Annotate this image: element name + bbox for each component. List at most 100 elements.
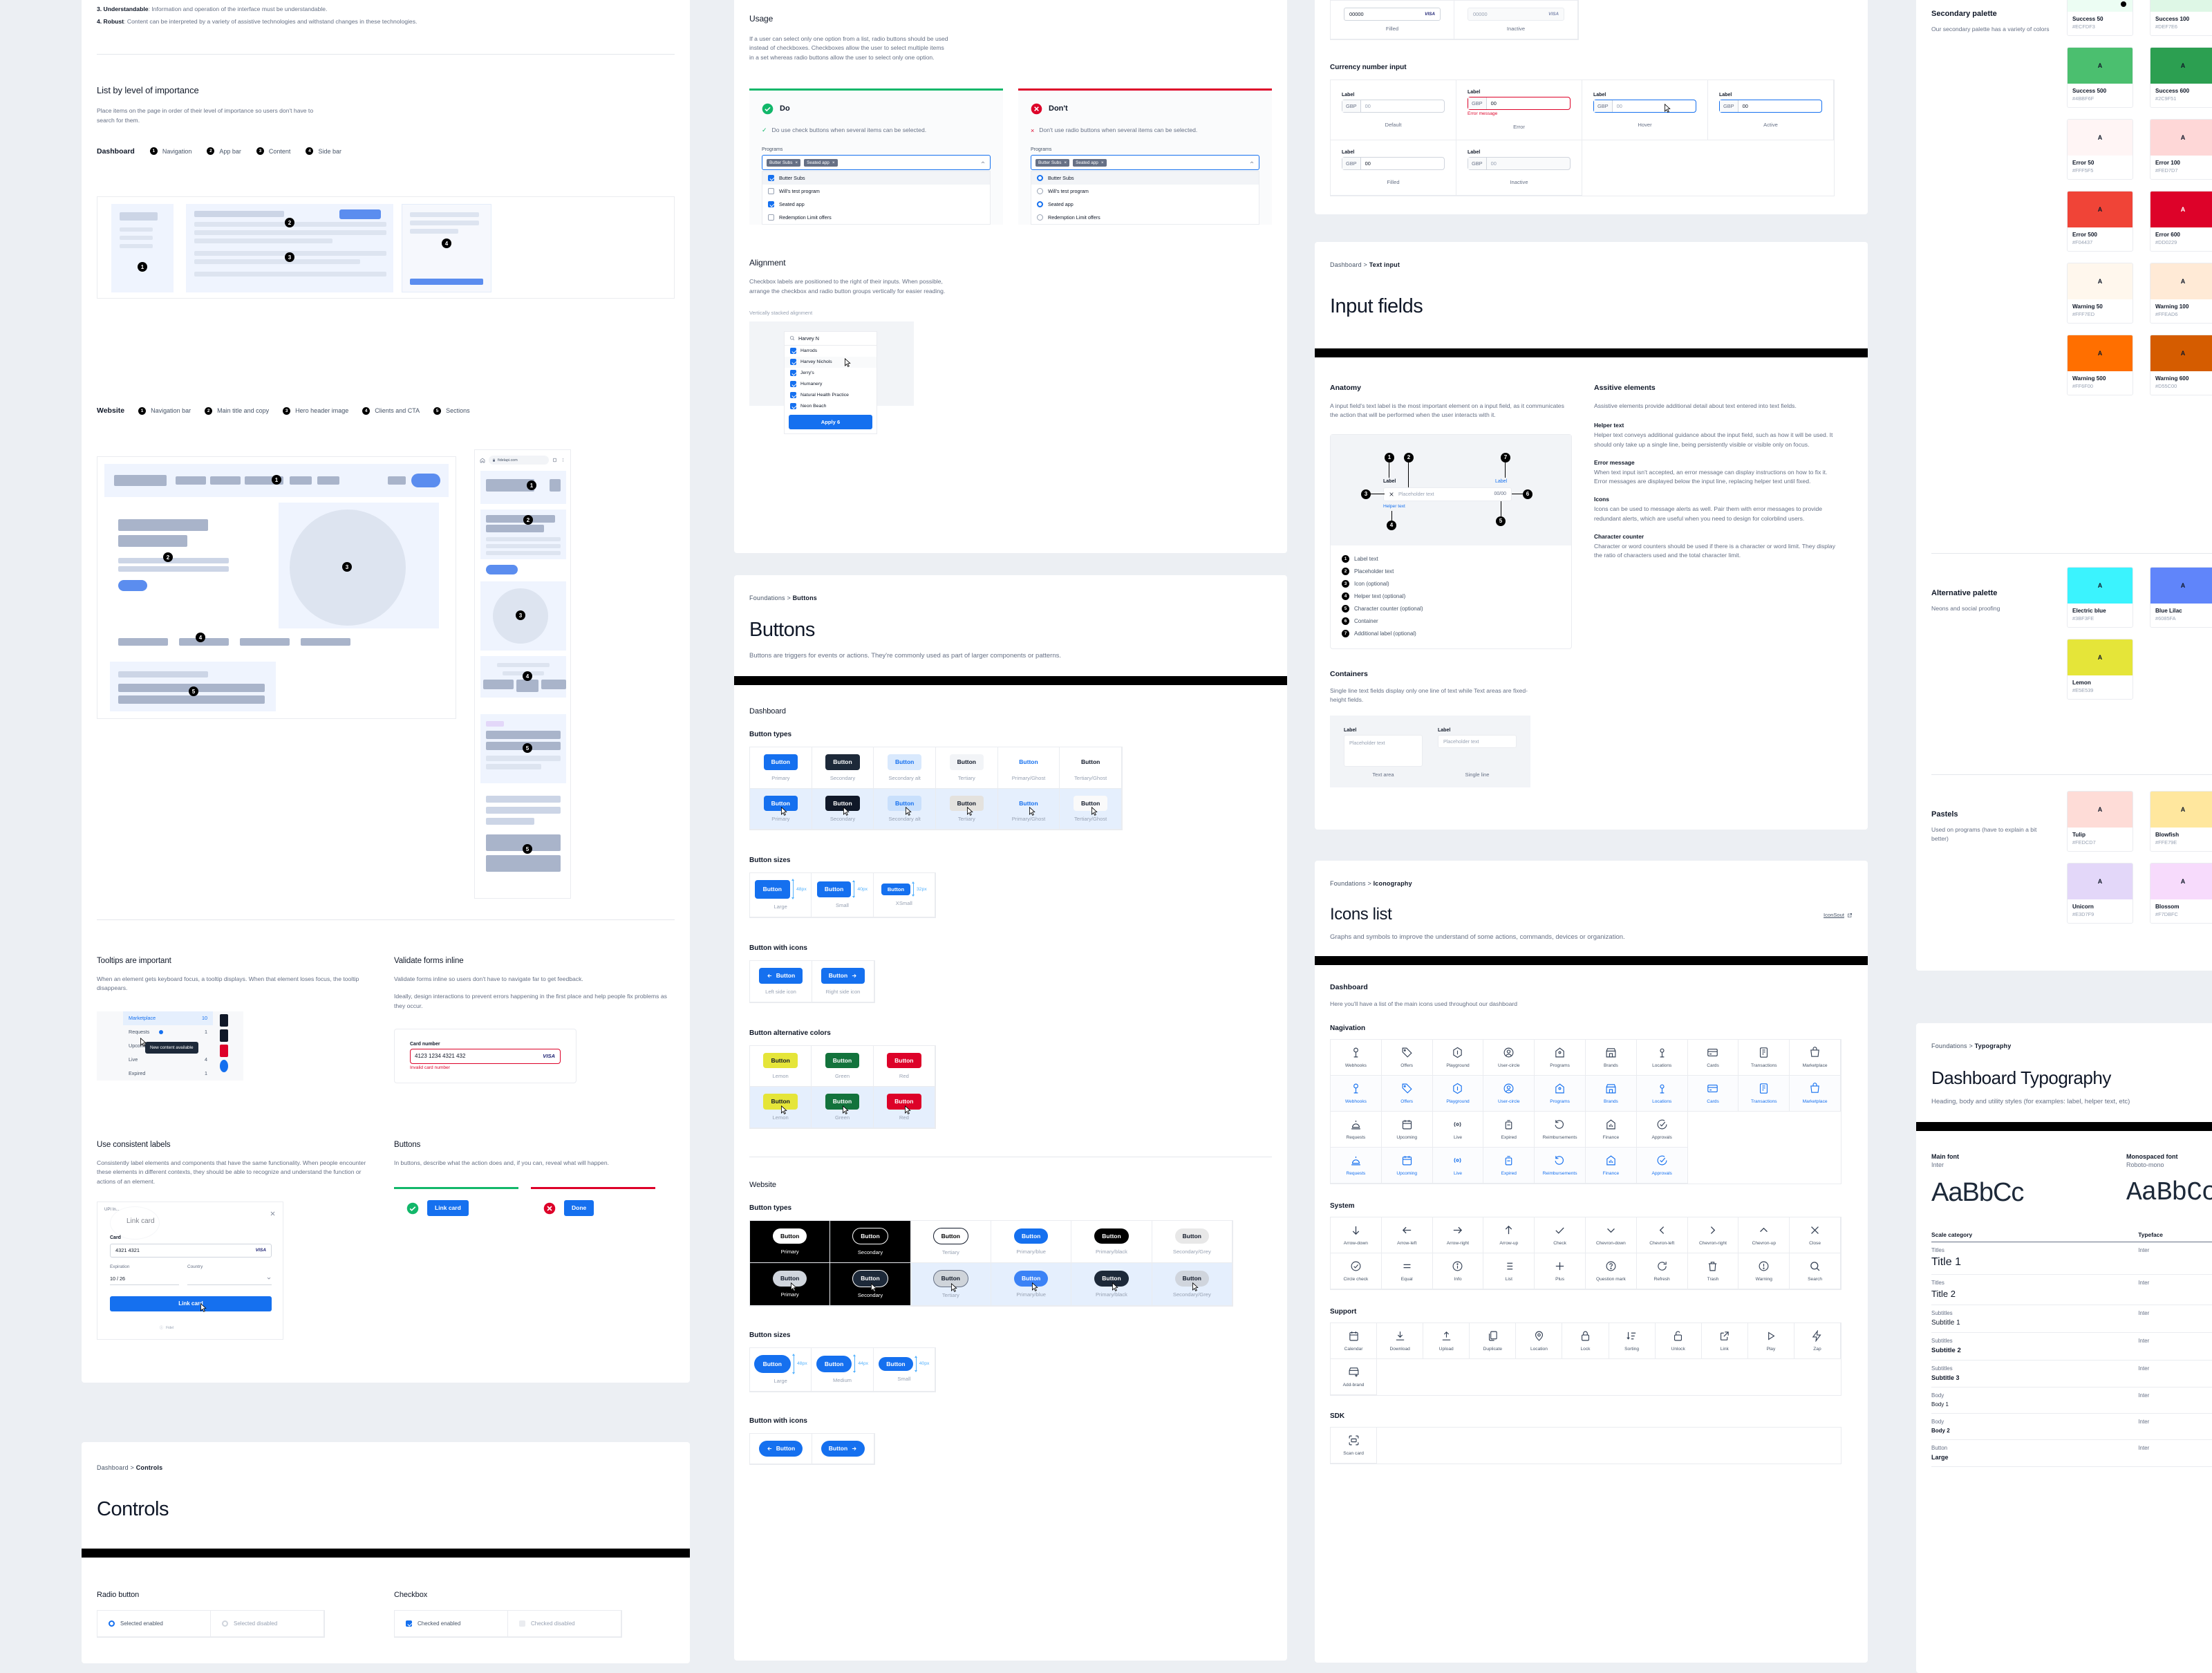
anatomy-input[interactable]: Placeholder text 00/00 xyxy=(1383,487,1512,501)
button-secondary-hover[interactable]: Button xyxy=(825,795,860,812)
swatch[interactable]: A Unicorn #E3D7F9 xyxy=(2067,863,2133,924)
search-input[interactable]: Harvey N xyxy=(785,332,877,346)
icon-cell-locations[interactable]: Locations xyxy=(1636,1039,1688,1076)
dropdown-option[interactable]: Harrods xyxy=(785,346,877,357)
chip[interactable]: Butter Subs × xyxy=(1035,158,1070,167)
swatch[interactable]: A Blue Lilac #6085FA xyxy=(2150,567,2212,628)
icon-cell-locations-active[interactable]: Locations xyxy=(1636,1075,1688,1112)
icon-cell-circle-check[interactable]: Circle check xyxy=(1331,1253,1382,1289)
button-tertiary-ghost[interactable]: Button xyxy=(1074,754,1107,770)
button-left-icon[interactable]: Button xyxy=(758,967,803,984)
currency-input-active[interactable]: GBP 00 xyxy=(1719,99,1822,113)
web-button-secondary[interactable]: Button xyxy=(852,1227,888,1245)
icon-cell-user-circle[interactable]: User-circle xyxy=(1483,1039,1535,1076)
country-select[interactable] xyxy=(187,1273,272,1285)
swatch[interactable]: A Error 100 #FED7D7 xyxy=(2150,119,2212,180)
web-button-primary-blue[interactable]: Button xyxy=(1013,1228,1049,1244)
web-button-primary-black-hover[interactable]: Button xyxy=(1094,1271,1129,1287)
icon-cell-trash[interactable]: Trash xyxy=(1687,1253,1739,1289)
web-button-tertiary[interactable]: Button xyxy=(932,1227,969,1245)
button-tertiary[interactable]: Button xyxy=(949,754,984,770)
icon-cell-approvals[interactable]: Approvals xyxy=(1636,1111,1688,1148)
icon-cell-offers[interactable]: Offers xyxy=(1381,1039,1433,1076)
icon-cell-arrow-up[interactable]: Arrow-up xyxy=(1483,1217,1535,1253)
dropdown-option[interactable]: Will's test program xyxy=(1031,185,1259,198)
icon-cell-arrow-left[interactable]: Arrow-left xyxy=(1381,1217,1433,1253)
icon-cell-check[interactable]: Check xyxy=(1535,1217,1586,1253)
swatch[interactable]: A Error 500 #F04437 xyxy=(2067,191,2133,252)
icon-cell-transactions-active[interactable]: Transactions xyxy=(1738,1075,1790,1112)
swatch[interactable]: A Warning 100 #FFEAD6 xyxy=(2150,263,2212,324)
web-button-small[interactable]: Button xyxy=(879,1356,913,1372)
browser-url-bar[interactable]: fidelapi.com xyxy=(489,456,549,465)
icon-cell-live-active[interactable]: Live xyxy=(1432,1147,1484,1184)
currency-input-default[interactable]: GBP 00 xyxy=(1342,99,1445,113)
breadcrumb-parent[interactable]: Dashboard xyxy=(97,1464,129,1471)
dropdown-option[interactable]: Jerry's xyxy=(785,368,877,379)
icon-cell-user-circle-active[interactable]: User-circle xyxy=(1483,1075,1535,1112)
icon-cell-webhooks[interactable]: Webhooks xyxy=(1331,1039,1382,1076)
icon-cell-reimbursements-active[interactable]: Reimbursements xyxy=(1535,1147,1586,1184)
dropdown-option[interactable]: Seated app xyxy=(762,198,990,211)
web-button-tertiary-hover[interactable]: Button xyxy=(932,1270,969,1287)
chip[interactable]: Seated app × xyxy=(804,158,838,167)
button-right-icon[interactable]: Button xyxy=(821,967,865,984)
web-button-secondary-grey-hover[interactable]: Button xyxy=(1174,1271,1210,1287)
currency-input-filled[interactable]: GBP 00 xyxy=(1342,157,1445,170)
tabs-icon[interactable] xyxy=(552,458,557,462)
chip[interactable]: Butter Subs × xyxy=(767,158,801,167)
button-primary[interactable]: Button xyxy=(763,754,798,770)
chevron-up-icon[interactable] xyxy=(1249,156,1255,169)
icon-cell-programs-active[interactable]: Programs xyxy=(1535,1075,1586,1112)
icon-cell-marketplace[interactable]: Marketplace xyxy=(1790,1039,1841,1076)
dropdown-option[interactable]: Natural Health Practice xyxy=(785,390,877,401)
web-button-medium[interactable]: Button xyxy=(816,1355,852,1373)
list-item[interactable]: Requests 1 xyxy=(123,1025,213,1039)
icon-cell-finance[interactable]: Finance xyxy=(1586,1111,1637,1148)
singleline-input[interactable]: Placeholder text xyxy=(1438,735,1517,749)
swatch[interactable]: A Success 100 #DEF7E6 xyxy=(2150,0,2212,36)
web-button-primary-blue-hover[interactable]: Button xyxy=(1013,1271,1049,1287)
button-green[interactable]: Button xyxy=(825,1052,860,1069)
icon-cell-brands[interactable]: Brands xyxy=(1586,1039,1637,1076)
button-primary-ghost[interactable]: Button xyxy=(1011,754,1045,770)
icon-cell-search[interactable]: Search xyxy=(1790,1253,1841,1289)
expiration-input[interactable]: 10 / 26 xyxy=(110,1273,179,1285)
do-multiselect[interactable]: Butter Subs × Seated app × xyxy=(762,155,991,171)
icon-cell-requests[interactable]: Requests xyxy=(1331,1111,1382,1148)
icon-cell-plus[interactable]: Plus xyxy=(1535,1253,1586,1289)
icon-cell-reimbursements[interactable]: Reimbursements xyxy=(1535,1111,1586,1148)
icon-cell-link[interactable]: Link xyxy=(1701,1322,1748,1359)
do-button[interactable]: Link card xyxy=(427,1200,469,1216)
icon-cell-approvals-active[interactable]: Approvals xyxy=(1636,1147,1688,1184)
icon-cell-duplicate[interactable]: Duplicate xyxy=(1470,1322,1517,1359)
icon-cell-finance-active[interactable]: Finance xyxy=(1586,1147,1637,1184)
icon-cell-chevron-up[interactable]: Chevron-up xyxy=(1738,1217,1790,1253)
list-item[interactable]: Expired 1 xyxy=(123,1067,213,1081)
icon-cell-upcoming-active[interactable]: Upcoming xyxy=(1381,1147,1433,1184)
web-button-secondary-hover[interactable]: Button xyxy=(852,1270,888,1287)
dropdown-option[interactable]: Butter Subs xyxy=(762,171,990,185)
icon-cell-close[interactable]: Close xyxy=(1790,1217,1841,1253)
web-button-left-icon[interactable]: Button xyxy=(758,1441,803,1457)
button-secondary[interactable]: Button xyxy=(825,754,860,770)
web-button-right-icon[interactable]: Button xyxy=(821,1441,865,1457)
icon-cell-playground[interactable]: Playground xyxy=(1432,1039,1484,1076)
icon-cell-arrow-right[interactable]: Arrow-right xyxy=(1432,1217,1484,1253)
dropdown-option[interactable]: Redemption Limit offers xyxy=(1031,211,1259,224)
chevron-up-icon[interactable] xyxy=(980,156,986,169)
breadcrumb-parent[interactable]: Dashboard xyxy=(1330,261,1362,268)
list-item[interactable]: Marketplace 10 xyxy=(123,1011,213,1025)
icon-cell-chevron-left[interactable]: Chevron-left xyxy=(1636,1217,1688,1253)
dropdown-option[interactable]: Will's test program xyxy=(762,185,990,198)
chip[interactable]: Seated app × xyxy=(1073,158,1107,167)
swatch[interactable]: A Warning 50 #FFF7ED xyxy=(2067,263,2133,324)
button-xsmall[interactable]: Button xyxy=(881,883,911,896)
icon-cell-cards[interactable]: Cards xyxy=(1687,1039,1739,1076)
swatch[interactable]: A Warning 500 #FF6F00 xyxy=(2067,335,2133,395)
icon-cell-offers-active[interactable]: Offers xyxy=(1381,1075,1433,1112)
swatch[interactable]: A Blossom #F7DBFC xyxy=(2150,863,2212,924)
chip-remove-icon[interactable]: × xyxy=(1101,160,1104,165)
button-red-hover[interactable]: Button xyxy=(887,1094,921,1110)
card-number-input[interactable]: 4321 4321 VISA xyxy=(110,1243,272,1258)
